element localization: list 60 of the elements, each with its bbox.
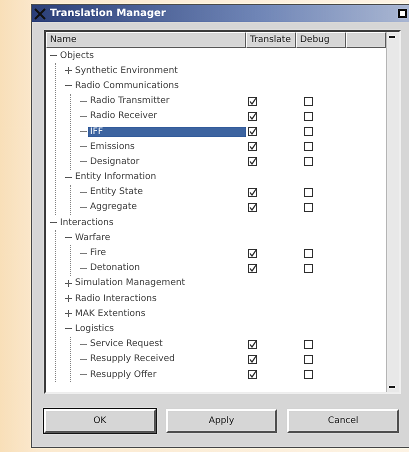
tree-item[interactable]: Radio Transmitter <box>88 96 172 106</box>
checkbox[interactable] <box>304 340 313 349</box>
checkbox[interactable] <box>304 354 313 364</box>
checkbox[interactable] <box>248 248 257 258</box>
checkbox[interactable] <box>248 370 257 380</box>
checkbox[interactable] <box>304 370 313 380</box>
tree-item[interactable]: IFF <box>88 126 246 137</box>
tree-item[interactable]: Entity State <box>88 187 145 198</box>
column-header[interactable]: Name <box>46 32 246 48</box>
minimize-icon[interactable] <box>398 9 407 18</box>
checkbox[interactable] <box>248 96 257 106</box>
tree-item[interactable]: Logistics <box>73 324 116 334</box>
checkbox[interactable] <box>248 340 257 349</box>
checkbox[interactable] <box>304 188 313 197</box>
tree-item[interactable]: Resupply Received <box>88 354 177 364</box>
expand-icon[interactable] <box>65 67 72 74</box>
checkbox[interactable] <box>248 142 257 152</box>
tree-item[interactable]: Resupply Offer <box>88 370 158 380</box>
tree-item[interactable]: Emissions <box>88 142 137 152</box>
column-header[interactable]: Translate <box>246 32 296 48</box>
tree-item[interactable]: Aggregate <box>88 202 139 212</box>
checkbox[interactable] <box>304 202 313 212</box>
tree-item[interactable]: Synthetic Environment <box>73 66 180 76</box>
dialog-button[interactable]: OK <box>44 409 156 433</box>
tree-item[interactable]: Radio Receiver <box>88 111 160 122</box>
x-logo-icon <box>34 8 46 20</box>
checkbox[interactable] <box>304 248 313 258</box>
tree-item[interactable]: Detonation <box>88 263 142 274</box>
checkbox[interactable] <box>248 202 257 212</box>
checkbox[interactable] <box>304 112 313 121</box>
expand-icon[interactable] <box>65 295 72 302</box>
tree-item[interactable]: Service Request <box>88 339 165 350</box>
expand-icon[interactable] <box>65 310 72 318</box>
tree-item[interactable]: Designator <box>88 156 142 167</box>
tree-item[interactable]: Fire <box>88 248 108 258</box>
column-header[interactable]: Debug <box>296 32 346 48</box>
scrollbar[interactable] <box>386 32 399 392</box>
tree-item[interactable]: Radio Communications <box>73 80 181 91</box>
checkbox[interactable] <box>248 112 257 121</box>
dialog-button[interactable]: Cancel <box>287 409 400 433</box>
checkbox[interactable] <box>248 264 257 273</box>
checkbox[interactable] <box>248 127 257 136</box>
checkbox[interactable] <box>304 142 313 152</box>
dialog-button[interactable]: Apply <box>166 409 278 433</box>
checkbox[interactable] <box>304 157 313 166</box>
window-title: Translation Manager <box>50 8 166 19</box>
tree-item[interactable]: Simulation Management <box>73 278 188 288</box>
checkbox[interactable] <box>304 127 313 136</box>
tree-item[interactable]: Warfare <box>73 232 112 243</box>
checkbox[interactable] <box>248 354 257 364</box>
checkbox[interactable] <box>248 188 257 197</box>
checkbox[interactable] <box>248 157 257 166</box>
tree-item[interactable]: Entity Information <box>73 172 158 182</box>
checkbox[interactable] <box>304 264 313 273</box>
tree-item[interactable]: Interactions <box>58 218 116 228</box>
tree-item[interactable]: Radio Interactions <box>73 294 159 304</box>
expand-icon[interactable] <box>65 280 72 287</box>
checkbox[interactable] <box>304 96 313 106</box>
tree-item[interactable]: Objects <box>58 50 96 61</box>
tree-item[interactable]: MAK Extentions <box>73 308 148 319</box>
